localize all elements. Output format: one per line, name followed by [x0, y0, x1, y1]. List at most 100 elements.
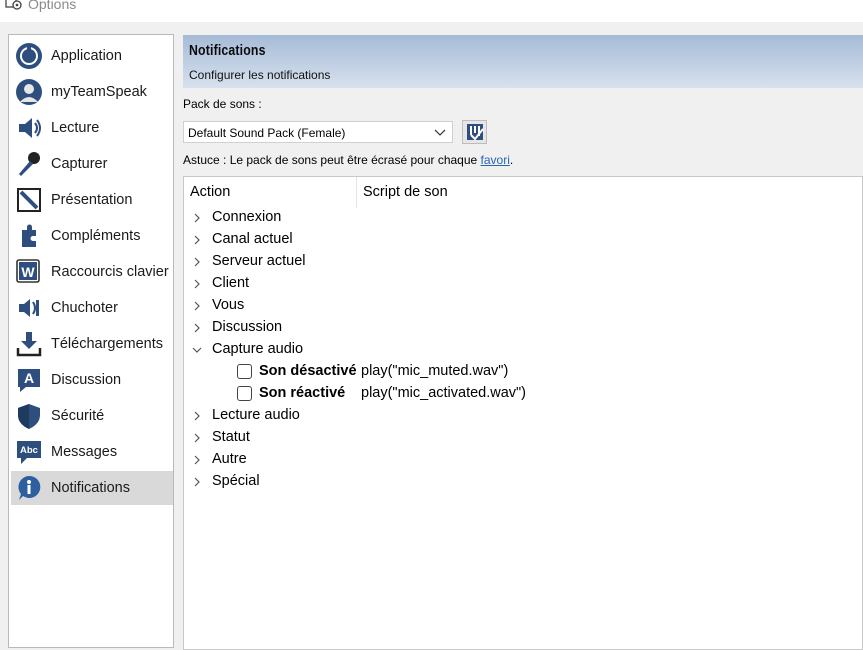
tree-row-autre[interactable]: Autre	[184, 449, 862, 471]
sidebar-item-application[interactable]: Application	[11, 39, 173, 73]
tree-row-label: Client	[212, 275, 250, 291]
chevron-right-icon[interactable]	[192, 257, 202, 267]
tree-row-label: Statut	[212, 429, 250, 445]
microphone-icon	[19, 152, 40, 176]
info-icon	[18, 475, 41, 500]
sidebar-item-presentation[interactable]: Présentation	[11, 183, 173, 217]
sidebar-item-label: myTeamSpeak	[51, 84, 147, 100]
tip-suffix: .	[509, 153, 514, 167]
tree-row-discussion[interactable]: Discussion	[184, 317, 862, 339]
sidebar-item-myteamspeak[interactable]: myTeamSpeak	[11, 75, 173, 109]
column-header-label: Script de son	[363, 184, 448, 200]
sidebar-item-label: Téléchargements	[51, 336, 164, 352]
sidebar-item-label: Sécurité	[51, 408, 105, 424]
chevron-right-icon[interactable]	[192, 235, 202, 245]
chevron-down-icon[interactable]	[192, 345, 202, 355]
chevron-right-icon[interactable]	[192, 433, 202, 443]
window-title: Options	[28, 0, 77, 12]
tree-row-special[interactable]: Spécial	[184, 471, 862, 493]
tree-row-label: Serveur actuel	[212, 253, 306, 269]
speaker-icon	[19, 118, 41, 138]
tree-row-serveur-actuel[interactable]: Serveur actuel	[184, 251, 862, 273]
sound-pack-selected: Default Sound Pack (Female)	[188, 126, 346, 140]
download-icon	[16, 332, 42, 357]
chevron-right-icon[interactable]	[192, 455, 202, 465]
son-desactive-checkbox[interactable]	[237, 364, 252, 379]
tree-row-vous[interactable]: Vous	[184, 295, 862, 317]
settings-icon	[5, 0, 22, 10]
chevron-right-icon[interactable]	[192, 477, 202, 487]
tree-row-connexion[interactable]: Connexion	[184, 207, 862, 229]
tree-row-lecture-audio[interactable]: Lecture audio	[184, 405, 862, 427]
sidebar-item-label: Application	[51, 48, 122, 64]
teamspeak-logo-icon	[16, 43, 42, 69]
sound-pack-check-icon	[467, 124, 484, 141]
tip-prefix: Astuce : Le pack de sons peut être écras…	[183, 153, 481, 167]
sound-pack-browse-button[interactable]	[462, 120, 487, 144]
puzzle-icon	[22, 224, 36, 247]
sidebar-item-label: Compléments	[51, 228, 141, 244]
page-title: Notifications	[189, 42, 266, 59]
title-bar: Options	[0, 0, 863, 22]
sidebar-item-label: Présentation	[51, 192, 133, 208]
shield-icon	[18, 404, 40, 429]
notifications-tree[interactable]: Action Script de son Connexion Canal act…	[183, 176, 863, 650]
sidebar-item-label: Capturer	[51, 156, 108, 172]
tree-row-label: Connexion	[212, 209, 282, 225]
tree-child-son-reactive[interactable]: Son réactivé play("mic_activated.wav")	[184, 383, 862, 405]
tip-text: Astuce : Le pack de sons peut être écras…	[183, 153, 513, 167]
tree-child-label: Son réactivé	[259, 385, 346, 401]
tree-child-label: Son désactivé	[259, 363, 357, 379]
tree-child-script[interactable]: play("mic_activated.wav")	[361, 385, 526, 401]
message-abc-icon: Abc	[17, 441, 41, 464]
chevron-right-icon[interactable]	[192, 323, 202, 333]
tree-row-label: Canal actuel	[212, 231, 293, 247]
chevron-right-icon[interactable]	[192, 279, 202, 289]
column-header-action[interactable]: Action	[184, 177, 357, 208]
sidebar-item-label: Lecture	[51, 120, 100, 136]
sidebar-item-label: Discussion	[51, 372, 122, 388]
sidebar-item-lecture[interactable]: Lecture	[11, 111, 173, 145]
chevron-down-icon	[434, 129, 446, 136]
tree-row-label: Autre	[212, 451, 247, 467]
tree-child-son-desactive[interactable]: Son désactivé play("mic_muted.wav")	[184, 361, 862, 383]
tree-row-canal-actuel[interactable]: Canal actuel	[184, 229, 862, 251]
sound-pack-dropdown[interactable]: Default Sound Pack (Female)	[183, 121, 453, 143]
tree-row-label: Vous	[212, 297, 245, 313]
sidebar-item-telechargements[interactable]: Téléchargements	[11, 327, 173, 361]
tree-row-capture-audio[interactable]: Capture audio	[184, 339, 862, 361]
user-profile-icon	[16, 79, 42, 105]
keyboard-w-icon: W	[16, 259, 40, 283]
sound-pack-label: Pack de sons :	[183, 97, 262, 111]
sidebar-item-notifications[interactable]: Notifications	[11, 471, 173, 505]
sidebar-item-chuchoter[interactable]: Chuchoter	[11, 291, 173, 325]
tree-row-label: Capture audio	[212, 341, 304, 357]
tree-row-client[interactable]: Client	[184, 273, 862, 295]
svg-text:W: W	[21, 264, 35, 280]
column-header-script[interactable]: Script de son	[357, 177, 657, 208]
tree-child-script[interactable]: play("mic_muted.wav")	[361, 363, 508, 379]
chevron-right-icon[interactable]	[192, 213, 202, 223]
options-sidebar: Application myTeamSpeak Lecture Capturer…	[8, 34, 174, 648]
sidebar-item-messages[interactable]: Abc Messages	[11, 435, 173, 469]
favori-link[interactable]: favori	[481, 153, 510, 167]
sidebar-item-complements[interactable]: Compléments	[11, 219, 173, 253]
sidebar-item-capturer[interactable]: Capturer	[11, 147, 173, 181]
son-reactive-checkbox[interactable]	[237, 386, 252, 401]
tree-row-label: Spécial	[212, 473, 260, 489]
chat-a-icon: A	[18, 369, 40, 392]
tree-row-label: Lecture audio	[212, 407, 300, 423]
chevron-right-icon[interactable]	[192, 301, 202, 311]
svg-text:Abc: Abc	[20, 445, 38, 456]
tree-row-label: Discussion	[212, 319, 283, 335]
sidebar-item-discussion[interactable]: A Discussion	[11, 363, 173, 397]
sidebar-item-securite[interactable]: Sécurité	[11, 399, 173, 433]
design-pencil-icon	[17, 188, 41, 212]
sidebar-item-label: Messages	[51, 444, 118, 460]
chevron-right-icon[interactable]	[192, 411, 202, 421]
column-header-label: Action	[190, 184, 231, 200]
sidebar-item-label: Raccourcis clavier	[51, 264, 169, 280]
sidebar-item-label: Chuchoter	[51, 300, 118, 316]
tree-row-statut[interactable]: Statut	[184, 427, 862, 449]
sidebar-item-raccourcis[interactable]: W Raccourcis clavier	[11, 255, 173, 289]
